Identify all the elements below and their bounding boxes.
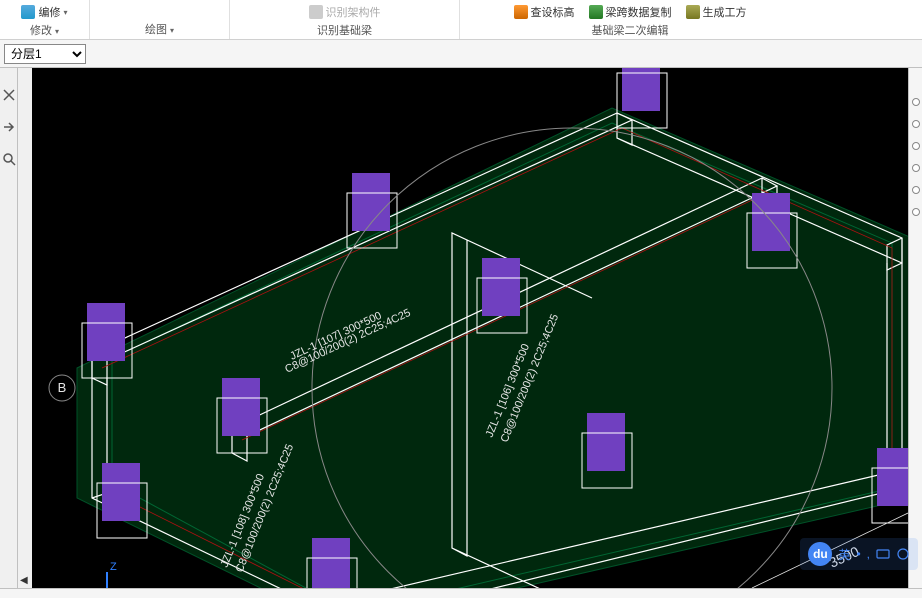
chevron-down-icon: ▾ [55,27,59,36]
identify-component-button[interactable]: 识别架构件 [305,2,385,22]
ime-comma: , [867,547,870,561]
group-secondary-edit-label: 基础梁二次编辑 [592,22,669,40]
main-area: B A 1 2 JZL-1 [107] 300*500 C8@100/200(2… [0,68,922,588]
axis-label-b: B [58,380,67,395]
baidu-logo-icon: du [808,542,832,566]
ribbon-bar: 编修 ▾ 修改 ▾ 绘图 ▾ 识别架构件 识别基础梁 查设标高 [0,0,922,40]
right-tool-1[interactable] [912,98,920,106]
keyboard-icon [876,547,890,561]
ribbon-group-secondary-edit: 查设标高 梁跨数据复制 生成工方 基础梁二次编辑 [460,0,800,39]
axis-z-label: Z [110,561,117,573]
generate-button[interactable]: 生成工方 [682,2,751,22]
check-elevation-label: 查设标高 [531,4,575,20]
ime-lang: 英 [838,546,850,563]
component-icon [309,5,323,19]
edit-button-label: 编修 [38,4,60,20]
identify-beam-label: 识别基础梁 [317,22,372,40]
group-modify-label: 修改 [30,25,52,37]
settings-icon [896,547,910,561]
foundation-slab [77,108,908,588]
edit-button[interactable]: 编修 ▾ [17,2,71,22]
generate-label: 生成工方 [703,4,747,20]
right-tool-6[interactable] [912,208,920,216]
right-toolbar [908,68,922,588]
column [307,538,357,588]
elevation-icon [514,5,528,19]
generate-icon [686,5,700,19]
group-draw-label: 绘图 [145,24,167,36]
check-elevation-button[interactable]: 查设标高 [510,2,579,22]
left-tool-panel [0,68,18,588]
span-copy-button[interactable]: 梁跨数据复制 [585,2,676,22]
right-tool-3[interactable] [912,142,920,150]
status-bar [0,588,922,598]
coordinate-axes: X Y Z [79,561,147,588]
toolbar: 分层1 [0,40,922,68]
right-tool-4[interactable] [912,164,920,172]
ime-badge[interactable]: du 英 • , [800,538,918,570]
ribbon-group-draw: 绘图 ▾ [90,0,230,39]
ribbon-group-modify: 编修 ▾ 修改 ▾ [0,0,90,39]
arrow-right-icon[interactable] [2,120,16,134]
layer-select[interactable]: 分层1 [4,44,86,64]
search-icon[interactable] [2,152,16,166]
viewport-wrap: B A 1 2 JZL-1 [107] 300*500 C8@100/200(2… [18,68,908,588]
ime-bullet: • [856,547,860,561]
3d-viewport[interactable]: B A 1 2 JZL-1 [107] 300*500 C8@100/200(2… [32,68,908,588]
close-x-icon[interactable] [2,88,16,102]
identify-component-label: 识别架构件 [326,4,381,20]
span-copy-icon [589,5,603,19]
copy-icon [21,5,35,19]
span-copy-label: 梁跨数据复制 [606,4,672,20]
3d-model-canvas: B A 1 2 JZL-1 [107] 300*500 C8@100/200(2… [32,68,908,588]
chevron-down-icon: ▾ [170,26,174,35]
right-tool-5[interactable] [912,186,920,194]
scroll-left-arrow-icon[interactable]: ◀ [20,575,28,586]
column [872,448,908,523]
vertical-scrollbar[interactable] [18,68,32,588]
ribbon-group-identify: 识别架构件 识别基础梁 [230,0,460,39]
right-tool-2[interactable] [912,120,920,128]
chevron-down-icon: ▾ [63,8,67,17]
